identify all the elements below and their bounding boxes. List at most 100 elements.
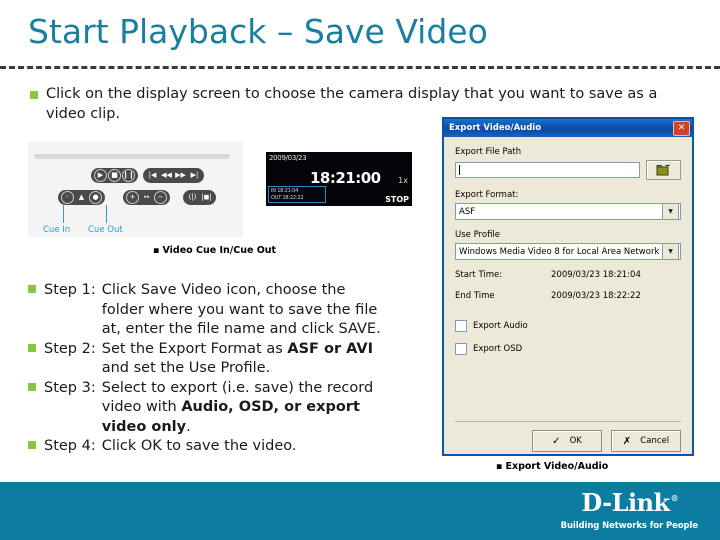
playback-button-group[interactable]: ▶ ■ ❙❙ <box>91 168 138 183</box>
cue-in-time-text: IN 18:21:04 <box>271 188 299 194</box>
step-3-line-3-bold: video only <box>101 418 187 435</box>
step-3-body: Select to export (i.e. save) the record … <box>102 379 373 438</box>
ok-button[interactable]: ✓ OK <box>532 430 602 452</box>
cancel-button-label: Cancel <box>640 436 670 446</box>
caption-dot-icon: ▪ <box>153 245 160 256</box>
cue-in-button[interactable]: ◦ <box>61 191 74 204</box>
export-file-path-label: Export File Path <box>455 147 522 157</box>
export-audio-row[interactable]: Export Audio <box>455 320 681 332</box>
step-2-line-1-bold: ASF or AVI <box>287 340 374 357</box>
cue-mid-button[interactable]: ▲ <box>75 192 88 203</box>
step-row-4: Step 4: Click OK to save the video. <box>28 437 448 457</box>
video-cue-overlay-box: IN 18:21:04 OUT 18:22:22 <box>268 186 326 203</box>
chevron-down-icon[interactable]: ▼ <box>662 244 679 259</box>
folder-icon <box>656 164 670 176</box>
dlink-logo-wordmark: D-Link <box>581 488 670 517</box>
step-3-line-1: Select to export (i.e. save) the record <box>101 379 374 396</box>
export-format-value: ASF <box>459 206 476 217</box>
step-3-line-3-plain: . <box>186 418 191 435</box>
step-4-line-1: Click OK to save the video. <box>101 438 297 454</box>
pause-button[interactable]: ❙❙ <box>122 169 135 182</box>
stop-button[interactable]: ■ <box>108 169 121 182</box>
step-2-line-1-plain: Set the Export Format as <box>101 340 288 357</box>
dialog-title-text: Export Video/Audio <box>449 123 542 133</box>
video-time-overlay: 18:21:00 <box>310 169 381 187</box>
export-file-path-input[interactable] <box>455 162 640 178</box>
first-frame-button[interactable]: |◀ <box>146 170 159 181</box>
step-3-line-2-plain: video with <box>101 399 182 415</box>
dialog-caption: ▪ Export Video/Audio <box>496 461 608 472</box>
use-profile-value: Windows Media Video 8 for Local Area Net… <box>459 246 660 257</box>
dlink-tagline: Building Networks for People <box>560 521 699 531</box>
browse-folder-button[interactable] <box>646 160 681 180</box>
close-icon[interactable]: ✕ <box>673 120 690 136</box>
cue-out-label: Cue Out <box>88 225 123 235</box>
step-2-label: Step 2: <box>44 340 96 357</box>
text-caret <box>459 165 460 175</box>
use-profile-label: Use Profile <box>455 230 501 240</box>
chevron-down-icon[interactable]: ▼ <box>662 204 679 219</box>
export-osd-checkbox[interactable] <box>455 343 467 355</box>
seek-bar[interactable] <box>34 154 230 159</box>
audio-button-group[interactable]: (|) |◼| <box>183 190 216 205</box>
bullet-square-icon <box>28 343 36 352</box>
step-row-1: Step 1: Click Save Video icon, choose th… <box>28 281 448 340</box>
rewind-button[interactable]: ◀◀ <box>160 170 173 181</box>
export-audio-checkbox[interactable] <box>455 320 467 332</box>
forward-button[interactable]: ▶▶ <box>174 170 187 181</box>
step-3-label: Step 3: <box>44 379 96 396</box>
export-format-select[interactable]: ASF ▼ <box>455 203 681 220</box>
video-date-overlay: 2009/03/23 <box>269 154 307 162</box>
last-frame-button[interactable]: ▶| <box>188 170 201 181</box>
video-caption: ▪ Video Cue In/Cue Out <box>153 245 276 256</box>
zoom-in-button[interactable]: + <box>126 191 139 204</box>
zoom-button-group[interactable]: + ↔ − <box>123 190 170 205</box>
step-2-body: Set the Export Format as ASF or AVI and … <box>102 340 373 379</box>
zoom-reset-button[interactable]: ↔ <box>140 192 153 203</box>
export-audio-label: Export Audio <box>473 321 528 331</box>
dialog-button-bar: ✓ OK ✗ Cancel <box>532 430 681 452</box>
caption-dot-icon: ▪ <box>496 461 503 472</box>
cue-in-label: Cue In <box>43 225 71 235</box>
start-time-label: Start Time: <box>455 270 503 280</box>
start-time-value: 2009/03/23 18:21:04 <box>551 270 641 280</box>
dialog-body: Export File Path Export Format: ASF ▼ Us… <box>444 137 692 464</box>
dialog-separator <box>455 421 681 422</box>
cue-out-callout-line <box>106 205 107 223</box>
end-time-value: 2009/03/23 18:22:22 <box>551 291 641 301</box>
use-profile-select[interactable]: Windows Media Video 8 for Local Area Net… <box>455 243 681 260</box>
step-row-3: Step 3: Select to export (i.e. save) the… <box>28 379 448 438</box>
audio-off-button[interactable]: |◼| <box>200 192 213 203</box>
bullet-square-icon <box>28 441 36 449</box>
step-1-line-2: folder where you want to save the file <box>101 301 378 318</box>
step-1-line-1: Click Save Video icon, choose the <box>101 282 346 298</box>
cancel-button[interactable]: ✗ Cancel <box>611 430 681 452</box>
end-time-row: End Time 2009/03/23 18:22:22 <box>455 291 681 301</box>
ok-button-label: OK <box>569 436 582 446</box>
step-3-line-2-bold: Audio, OSD, or export <box>181 399 360 415</box>
step-1-line-3: at, enter the file name and click SAVE. <box>101 321 381 337</box>
dialog-titlebar[interactable]: Export Video/Audio ✕ <box>444 119 692 137</box>
video-speed-overlay: 1x <box>398 176 408 185</box>
step-4-label: Step 4: <box>44 438 96 454</box>
video-preview-panel[interactable]: 2009/03/23 18:21:00 1x STOP IN 18:21:04 … <box>266 152 412 206</box>
step-2-line-2: and set the Use Profile. <box>101 360 271 376</box>
navigation-button-group[interactable]: |◀ ◀◀ ▶▶ ▶| <box>143 168 204 183</box>
bullet-square-icon <box>28 382 36 391</box>
export-file-path-row <box>455 160 681 180</box>
video-caption-text: Video Cue In/Cue Out <box>162 245 277 256</box>
export-osd-row[interactable]: Export OSD <box>455 343 681 355</box>
page-title: Start Playback – Save Video <box>28 12 488 51</box>
bullet-square-icon <box>28 285 36 293</box>
export-osd-label: Export OSD <box>473 344 523 354</box>
end-time-label: End Time <box>455 291 495 301</box>
zoom-out-button[interactable]: − <box>154 191 167 204</box>
video-status-overlay: STOP <box>385 195 409 204</box>
audio-on-button[interactable]: (|) <box>186 192 199 203</box>
player-controls-screenshot: ▶ ■ ❙❙ |◀ ◀◀ ▶▶ ▶| ◦ ▲ ● + ↔ − (|) |◼| <box>28 142 243 237</box>
export-video-audio-dialog: Export Video/Audio ✕ Export File Path Ex… <box>442 117 694 456</box>
cue-button-group[interactable]: ◦ ▲ ● <box>58 190 105 205</box>
play-button[interactable]: ▶ <box>94 169 107 182</box>
dialog-caption-text: Export Video/Audio <box>505 461 609 472</box>
cue-out-button[interactable]: ● <box>89 191 102 204</box>
